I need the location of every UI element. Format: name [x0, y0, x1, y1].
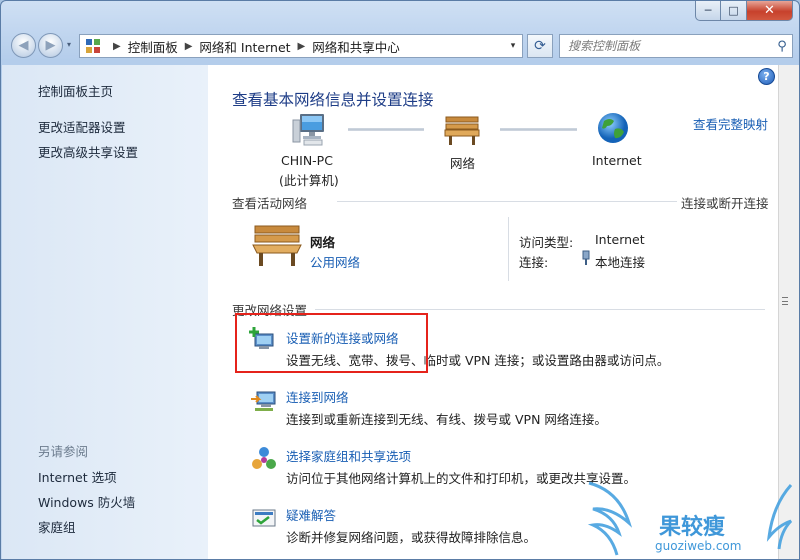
sidebar-link-advanced-sharing[interactable]: 更改高级共享设置 — [38, 142, 138, 161]
access-type-label: 访问类型: — [519, 235, 574, 250]
active-network-divider — [508, 217, 509, 281]
computer-icon — [292, 114, 324, 146]
recent-pages-dropdown[interactable]: ▾ — [67, 40, 71, 49]
refresh-button[interactable]: ⟳ — [527, 34, 553, 58]
network-bench-icon — [252, 225, 302, 266]
task-troubleshoot-desc: 诊断并修复网络问题，或获得故障排除信息。 — [286, 530, 537, 545]
forward-arrow-icon: ▶ — [45, 38, 56, 53]
help-button[interactable]: ? — [758, 68, 775, 85]
globe-icon — [598, 113, 628, 143]
sidebar-link-homegroup[interactable]: 家庭组 — [38, 517, 76, 536]
connect-network-icon — [251, 391, 276, 411]
back-arrow-icon: ◀ — [18, 38, 29, 53]
section-divider — [315, 309, 765, 310]
task-connect-to-network-desc: 连接到或重新连接到无线、有线、拨号或 VPN 网络连接。 — [286, 412, 607, 427]
watermark-logo: 果较瘦 guoziweb.com — [585, 475, 795, 559]
search-icon[interactable]: ⚲ — [772, 39, 792, 54]
breadcrumb-network-sharing-center[interactable]: 网络和共享中心 — [312, 37, 400, 56]
sidebar-link-control-panel-home[interactable]: 控制面板主页 — [38, 81, 113, 100]
breadcrumb-network-internet[interactable]: 网络和 Internet — [199, 37, 290, 56]
network-bench-icon — [444, 116, 480, 145]
back-button[interactable]: ◀ — [11, 33, 36, 58]
address-dropdown-button[interactable]: ▾ — [504, 35, 522, 57]
active-network-name: 网络 — [310, 235, 336, 250]
connections-label: 连接: — [519, 255, 549, 270]
refresh-icon: ⟳ — [534, 38, 546, 54]
map-node-internet: Internet — [592, 153, 642, 168]
search-input[interactable] — [568, 36, 772, 56]
breadcrumb-control-panel[interactable]: 控制面板 — [128, 37, 178, 56]
sidebar-link-windows-firewall[interactable]: Windows 防火墙 — [38, 492, 135, 511]
access-type-value: Internet — [595, 232, 645, 247]
network-type-link[interactable]: 公用网络 — [310, 252, 360, 271]
minimize-button[interactable]: ─ — [695, 1, 721, 21]
control-panel-window: ─ □ ✕ ◀ ▶ ▾ ▶ 控制面板 ▶ 网络和 Internet ▶ 网络和共… — [0, 0, 800, 560]
connect-disconnect-link[interactable]: 连接或断开连接 — [681, 193, 769, 212]
page-title: 查看基本网络信息并设置连接 — [232, 91, 434, 109]
active-networks-heading: 查看活动网络 — [232, 196, 308, 211]
map-connector-line — [348, 128, 424, 131]
task-homegroup-sharing-link[interactable]: 选择家庭组和共享选项 — [286, 446, 411, 465]
map-node-network: 网络 — [450, 156, 476, 171]
breadcrumb-separator[interactable]: ▶ — [185, 41, 193, 52]
homegroup-icon — [252, 447, 276, 469]
section-divider — [337, 201, 677, 202]
address-box[interactable]: ▶ 控制面板 ▶ 网络和 Internet ▶ 网络和共享中心 ▾ — [79, 34, 523, 58]
task-homegroup-sharing-desc: 访问位于其他网络计算机上的文件和打印机，或更改共享设置。 — [286, 471, 637, 486]
local-connection-link[interactable]: 本地连接 — [595, 252, 645, 271]
sidebar: 控制面板主页 更改适配器设置 更改高级共享设置 另请参阅 Internet 选项… — [2, 65, 208, 559]
navigation-bar: ◀ ▶ ▾ ▶ 控制面板 ▶ 网络和 Internet ▶ 网络和共享中心 ▾ … — [9, 31, 793, 61]
map-node-computer: CHIN-PC — [281, 153, 333, 168]
close-button[interactable]: ✕ — [747, 1, 793, 21]
search-box: ⚲ — [559, 34, 793, 58]
task-connect-to-network-link[interactable]: 连接到网络 — [286, 387, 349, 406]
breadcrumb-separator[interactable]: ▶ — [298, 41, 306, 52]
view-full-map-link[interactable]: 查看完整映射 — [693, 114, 768, 133]
task-troubleshoot-link[interactable]: 疑难解答 — [286, 505, 336, 524]
map-node-computer-sublabel: (此计算机) — [279, 173, 339, 188]
help-icon: ? — [763, 70, 770, 83]
forward-button[interactable]: ▶ — [38, 33, 63, 58]
sidebar-link-internet-options[interactable]: Internet 选项 — [38, 467, 117, 486]
highlight-box — [235, 313, 428, 373]
troubleshoot-icon — [252, 509, 276, 527]
see-also-heading: 另请参阅 — [38, 444, 89, 459]
watermark-brand: 果较瘦 — [659, 515, 726, 540]
scrollbar-grip-icon — [782, 297, 788, 305]
maximize-button[interactable]: □ — [721, 1, 747, 21]
control-panel-icon — [86, 39, 102, 53]
map-connector-line — [500, 128, 577, 131]
breadcrumb-separator[interactable]: ▶ — [113, 41, 121, 52]
sidebar-link-change-adapter-settings[interactable]: 更改适配器设置 — [38, 117, 126, 136]
caption-buttons: ─ □ ✕ — [695, 1, 793, 21]
ethernet-connection-icon — [582, 250, 590, 265]
watermark-url: guoziweb.com — [655, 539, 742, 553]
